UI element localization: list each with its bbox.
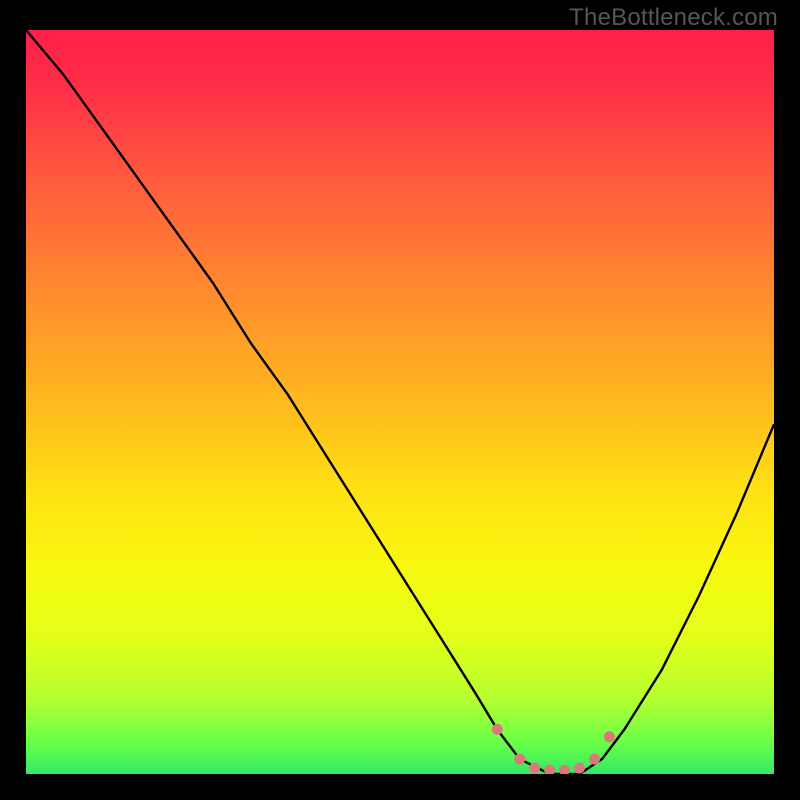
optimal-marker <box>589 754 600 765</box>
optimal-marker <box>604 731 615 742</box>
chart-frame: TheBottleneck.com <box>0 0 800 800</box>
plot-area <box>26 30 774 774</box>
optimal-marker <box>544 765 555 774</box>
curve-layer <box>26 30 774 774</box>
optimal-range-markers <box>492 724 615 774</box>
optimal-marker <box>574 763 585 774</box>
optimal-marker <box>559 765 570 774</box>
optimal-marker <box>529 763 540 774</box>
optimal-marker <box>492 724 503 735</box>
optimal-marker <box>514 754 525 765</box>
watermark-text: TheBottleneck.com <box>569 4 778 32</box>
bottleneck-curve <box>26 30 774 774</box>
